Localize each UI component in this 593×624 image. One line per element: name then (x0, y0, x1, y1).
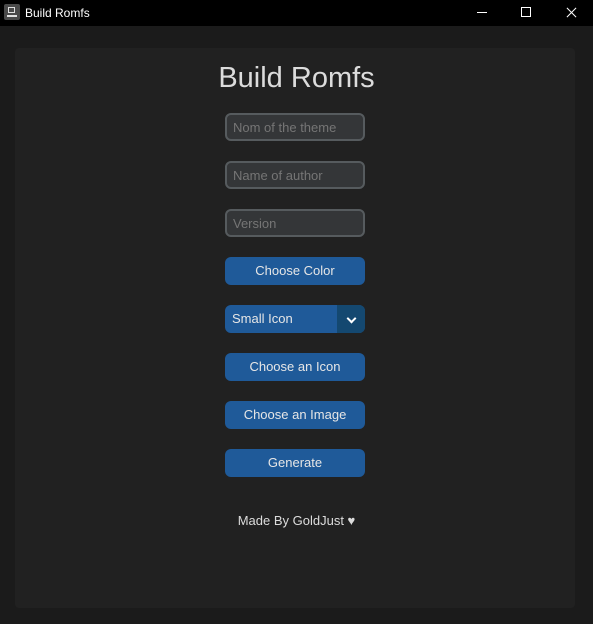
icon-size-selected-value: Small Icon (232, 311, 293, 326)
page-title: Build Romfs (218, 62, 375, 94)
theme-name-input[interactable] (225, 113, 365, 141)
icon-size-select[interactable]: Small Icon (225, 305, 365, 333)
chevron-down-icon[interactable] (337, 305, 365, 333)
window-title: Build Romfs (25, 6, 90, 20)
choose-icon-button[interactable]: Choose an Icon (225, 353, 365, 381)
author-name-input[interactable] (225, 161, 365, 189)
choose-color-button[interactable]: Choose Color (225, 257, 365, 285)
version-input[interactable] (225, 209, 365, 237)
app-window: Build Romfs Build Romfs Choose Color Sma… (0, 0, 593, 624)
maximize-button[interactable] (504, 0, 548, 26)
footer-credit: Made By GoldJust ♥ (237, 513, 356, 528)
choose-image-button[interactable]: Choose an Image (225, 401, 365, 429)
title-bar: Build Romfs (0, 0, 593, 26)
minimize-button[interactable] (460, 0, 504, 26)
app-icon (4, 4, 20, 20)
close-button[interactable] (549, 0, 593, 26)
generate-button[interactable]: Generate (225, 449, 365, 477)
